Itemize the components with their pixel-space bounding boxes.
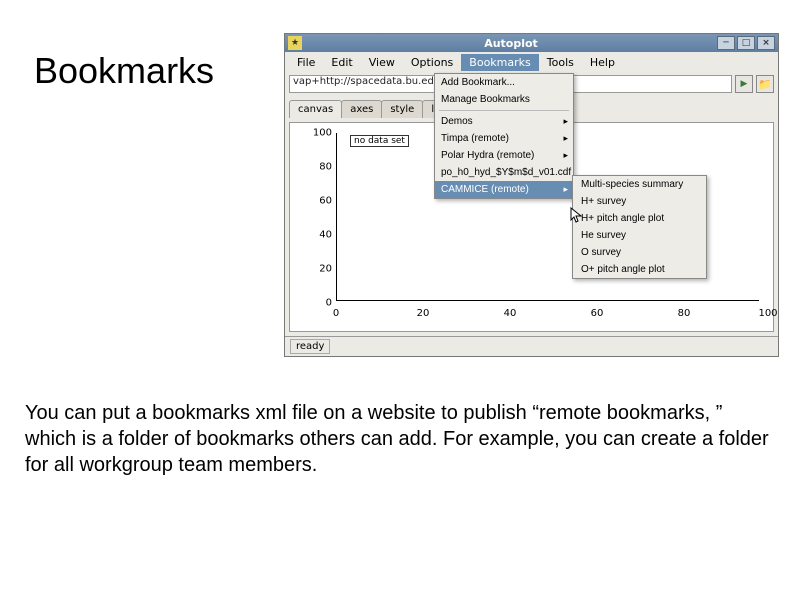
bookmarks-submenu: Multi-species summary H+ survey H+ pitch…: [572, 175, 707, 279]
status-bar: ready: [285, 336, 778, 356]
menu-options[interactable]: Options: [403, 54, 461, 71]
close-button[interactable]: ×: [757, 36, 775, 50]
submenu-item[interactable]: H+ pitch angle plot: [573, 210, 706, 227]
x-tick: 60: [591, 308, 604, 319]
dropdown-item-label: po_h0_hyd_$Y$m$d_v01.cdf: [441, 167, 571, 178]
menu-bookmarks[interactable]: Bookmarks: [461, 54, 538, 71]
dropdown-add-bookmark[interactable]: Add Bookmark...: [435, 74, 573, 91]
minimize-button[interactable]: ─: [717, 36, 735, 50]
dropdown-separator: [439, 110, 569, 111]
menu-file[interactable]: File: [289, 54, 323, 71]
titlebar: ★ Autoplot ─ □ ×: [285, 34, 778, 52]
bookmarks-dropdown: Add Bookmark... Manage Bookmarks Demos▸ …: [434, 73, 574, 199]
menu-edit[interactable]: Edit: [323, 54, 360, 71]
dropdown-item-label: Demos: [441, 116, 473, 127]
x-tick: 20: [417, 308, 430, 319]
app-icon: ★: [288, 36, 302, 50]
y-tick: 0: [290, 298, 332, 309]
tab-axes[interactable]: axes: [341, 100, 382, 118]
dropdown-item-cammice[interactable]: CAMMICE (remote) ▸: [435, 181, 573, 198]
status-text: ready: [290, 339, 330, 354]
dropdown-item-label: Timpa (remote): [441, 133, 509, 144]
x-tick: 40: [504, 308, 517, 319]
dropdown-item-demos[interactable]: Demos ▸: [435, 113, 573, 130]
menu-tools[interactable]: Tools: [539, 54, 582, 71]
submenu-item[interactable]: O+ pitch angle plot: [573, 261, 706, 278]
menubar: File Edit View Options Bookmarks Tools H…: [285, 52, 778, 72]
chevron-right-icon: ▸: [563, 184, 568, 195]
cursor-icon: [570, 207, 584, 225]
menu-view[interactable]: View: [361, 54, 403, 71]
chevron-right-icon: ▸: [563, 133, 568, 144]
go-button[interactable]: ▶: [735, 75, 753, 93]
dropdown-item-polar-hydra[interactable]: Polar Hydra (remote) ▸: [435, 147, 573, 164]
y-tick: 80: [290, 162, 332, 173]
slide-title: Bookmarks: [34, 50, 214, 92]
menu-help[interactable]: Help: [582, 54, 623, 71]
dropdown-item-label: Polar Hydra (remote): [441, 150, 534, 161]
dropdown-item-timpa[interactable]: Timpa (remote) ▸: [435, 130, 573, 147]
tab-style[interactable]: style: [381, 100, 423, 118]
chevron-right-icon: ▸: [563, 116, 568, 127]
x-tick: 80: [678, 308, 691, 319]
y-tick: 60: [290, 196, 332, 207]
window-title: Autoplot: [307, 37, 715, 50]
chevron-right-icon: ▸: [563, 150, 568, 161]
x-tick: 100: [758, 308, 777, 319]
y-tick: 100: [290, 128, 332, 139]
dropdown-item-cdf[interactable]: po_h0_hyd_$Y$m$d_v01.cdf: [435, 164, 573, 181]
submenu-item[interactable]: H+ survey: [573, 193, 706, 210]
submenu-item[interactable]: O survey: [573, 244, 706, 261]
submenu-item[interactable]: Multi-species summary: [573, 176, 706, 193]
submenu-item[interactable]: He survey: [573, 227, 706, 244]
x-tick: 0: [333, 308, 339, 319]
dropdown-manage-bookmarks[interactable]: Manage Bookmarks: [435, 91, 573, 108]
open-folder-button[interactable]: 📁: [756, 75, 774, 93]
dropdown-item-label: CAMMICE (remote): [441, 184, 529, 195]
y-tick: 20: [290, 264, 332, 275]
maximize-button[interactable]: □: [737, 36, 755, 50]
y-tick: 40: [290, 230, 332, 241]
tab-canvas[interactable]: canvas: [289, 100, 342, 118]
slide-body-text: You can put a bookmarks xml file on a we…: [25, 400, 769, 478]
